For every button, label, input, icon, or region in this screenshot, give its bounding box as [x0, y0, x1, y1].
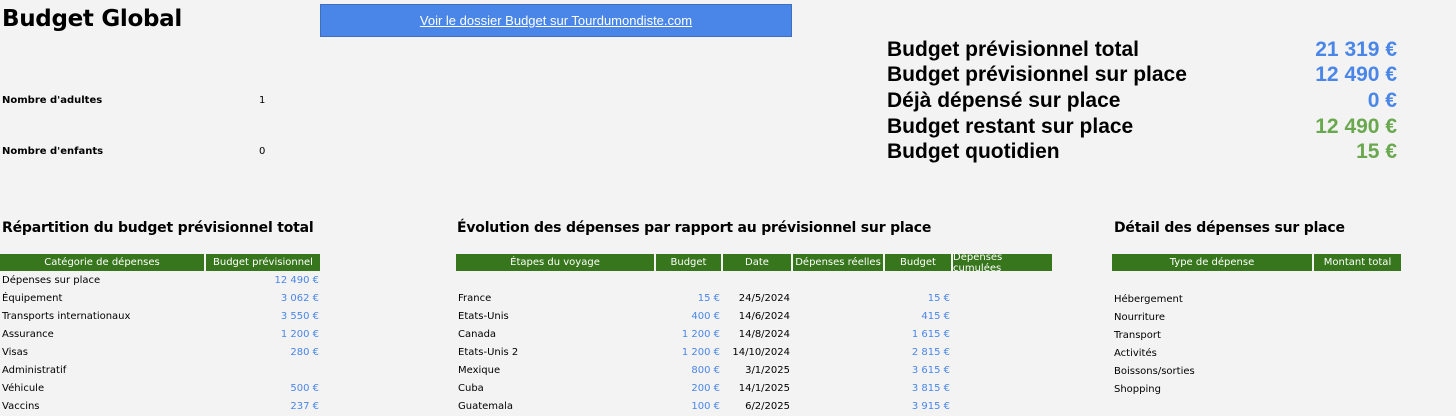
- table-cell-date[interactable]: 24/5/2024: [723, 290, 790, 308]
- adults-value[interactable]: 1: [259, 95, 265, 106]
- table-cell-type[interactable]: Nourriture: [1114, 309, 1165, 327]
- table-cell-budget-cumule[interactable]: 3 615 €: [885, 362, 950, 380]
- table-cell-value[interactable]: 3 062 €: [206, 290, 319, 308]
- table-cell-type[interactable]: Transport: [1114, 327, 1161, 345]
- table-cell-type[interactable]: Activités: [1114, 345, 1157, 363]
- table-cell-date[interactable]: 6/2/2025: [723, 398, 790, 416]
- header-montant-total: Montant total: [1314, 254, 1403, 271]
- repartition-title: Répartition du budget prévisionnel total: [2, 220, 314, 236]
- table-cell-value[interactable]: 237 €: [206, 398, 319, 416]
- summary-row-daily: Budget quotidien 15 €: [887, 139, 1407, 165]
- link-banner[interactable]: Voir le dossier Budget sur Tourdumondist…: [320, 4, 792, 37]
- table-cell-value[interactable]: 500 €: [206, 380, 319, 398]
- header-categorie: Catégorie de dépenses: [0, 254, 206, 271]
- summary-label: Budget prévisionnel total: [887, 37, 1140, 61]
- table-cell-budget[interactable]: 1 200 €: [656, 344, 720, 362]
- table-cell-etape[interactable]: France: [458, 290, 491, 308]
- table-cell-category[interactable]: Dépenses sur place: [2, 272, 100, 290]
- evolution-title: Évolution des dépenses par rapport au pr…: [457, 220, 932, 236]
- table-cell-category[interactable]: Assurance: [2, 326, 54, 344]
- table-cell-budget[interactable]: 400 €: [656, 308, 720, 326]
- table-cell-value[interactable]: [206, 362, 319, 380]
- summary-value: 0 €: [1367, 88, 1397, 112]
- header-budget-previsionnel: Budget prévisionnel: [206, 254, 322, 271]
- table-cell-etape[interactable]: Canada: [458, 326, 496, 344]
- table-cell-category[interactable]: Équipement: [2, 290, 62, 308]
- summary-row-remaining: Budget restant sur place 12 490 €: [887, 114, 1407, 140]
- children-label: Nombre d'enfants: [2, 146, 104, 157]
- table-cell-type[interactable]: Shopping: [1114, 381, 1161, 399]
- summary-value: 12 490 €: [1315, 63, 1397, 87]
- table-cell-budget-cumule[interactable]: 415 €: [885, 308, 950, 326]
- table-cell-category[interactable]: Véhicule: [2, 380, 44, 398]
- header-budget: Budget: [656, 254, 723, 271]
- summary-label: Budget prévisionnel sur place: [887, 63, 1187, 87]
- summary-label: Déjà dépensé sur place: [887, 88, 1121, 112]
- table-cell-budget-cumule[interactable]: 15 €: [885, 290, 950, 308]
- table-cell-date[interactable]: 14/8/2024: [723, 326, 790, 344]
- table-cell-category[interactable]: Administratif: [2, 362, 66, 380]
- table-cell-etape[interactable]: Guatemala: [458, 398, 513, 416]
- table-cell-value[interactable]: 12 490 €: [206, 272, 319, 290]
- table-cell-type[interactable]: Boissons/sorties: [1114, 363, 1195, 381]
- table-cell-category[interactable]: Vaccins: [2, 398, 40, 416]
- summary-value: 15 €: [1356, 140, 1397, 164]
- table-cell-date[interactable]: 14/6/2024: [723, 308, 790, 326]
- header-type-depense: Type de dépense: [1112, 254, 1314, 271]
- table-cell-value[interactable]: 3 550 €: [206, 308, 319, 326]
- table-cell-etape[interactable]: Mexique: [458, 362, 500, 380]
- summary-label: Budget restant sur place: [887, 114, 1134, 138]
- table-cell-date[interactable]: 14/1/2025: [723, 380, 790, 398]
- table-cell-date[interactable]: 14/10/2024: [723, 344, 790, 362]
- table-cell-budget-cumule[interactable]: 3 815 €: [885, 380, 950, 398]
- table-cell-category[interactable]: Transports internationaux: [2, 308, 130, 326]
- table-cell-type[interactable]: Hébergement: [1114, 291, 1183, 309]
- header-depenses-reelles: Dépenses réelles: [793, 254, 885, 271]
- table-cell-budget-cumule[interactable]: 1 615 €: [885, 326, 950, 344]
- detail-title: Détail des dépenses sur place: [1114, 220, 1345, 236]
- table-cell-budget[interactable]: 200 €: [656, 380, 720, 398]
- table-cell-budget[interactable]: 15 €: [656, 290, 720, 308]
- summary-row-total: Budget prévisionnel total 21 319 €: [887, 37, 1407, 63]
- table-cell-budget-cumule[interactable]: 3 915 €: [885, 398, 950, 416]
- children-value[interactable]: 0: [259, 146, 265, 157]
- header-budget-cumule: Budget: [885, 254, 953, 271]
- table-cell-value[interactable]: 1 200 €: [206, 326, 319, 344]
- table-cell-date[interactable]: 3/1/2025: [723, 362, 790, 380]
- summary-value: 12 490 €: [1315, 114, 1397, 138]
- header-depenses-cumulees: Dépenses cumulées: [953, 252, 1054, 274]
- tourdumondiste-link[interactable]: Voir le dossier Budget sur Tourdumondist…: [420, 13, 692, 28]
- table-cell-budget[interactable]: 800 €: [656, 362, 720, 380]
- summary-row-onsite: Budget prévisionnel sur place 12 490 €: [887, 63, 1407, 89]
- adults-label: Nombre d'adultes: [2, 95, 103, 106]
- page-title: Budget Global: [2, 6, 182, 32]
- table-cell-category[interactable]: Visas: [2, 344, 28, 362]
- table-cell-budget[interactable]: 100 €: [656, 398, 720, 416]
- table-cell-etape[interactable]: Cuba: [458, 380, 484, 398]
- table-cell-budget-cumule[interactable]: 2 815 €: [885, 344, 950, 362]
- summary-value: 21 319 €: [1315, 37, 1397, 61]
- summary-row-spent: Déjà dépensé sur place 0 €: [887, 88, 1407, 114]
- summary-label: Budget quotidien: [887, 140, 1060, 164]
- table-cell-value[interactable]: 280 €: [206, 344, 319, 362]
- table-cell-etape[interactable]: Etats-Unis: [458, 308, 509, 326]
- table-cell-etape[interactable]: Etats-Unis 2: [458, 344, 518, 362]
- header-etapes: Étapes du voyage: [456, 254, 656, 271]
- table-cell-budget[interactable]: 1 200 €: [656, 326, 720, 344]
- header-date: Date: [723, 254, 793, 271]
- budget-summary: Budget prévisionnel total 21 319 € Budge…: [887, 37, 1407, 165]
